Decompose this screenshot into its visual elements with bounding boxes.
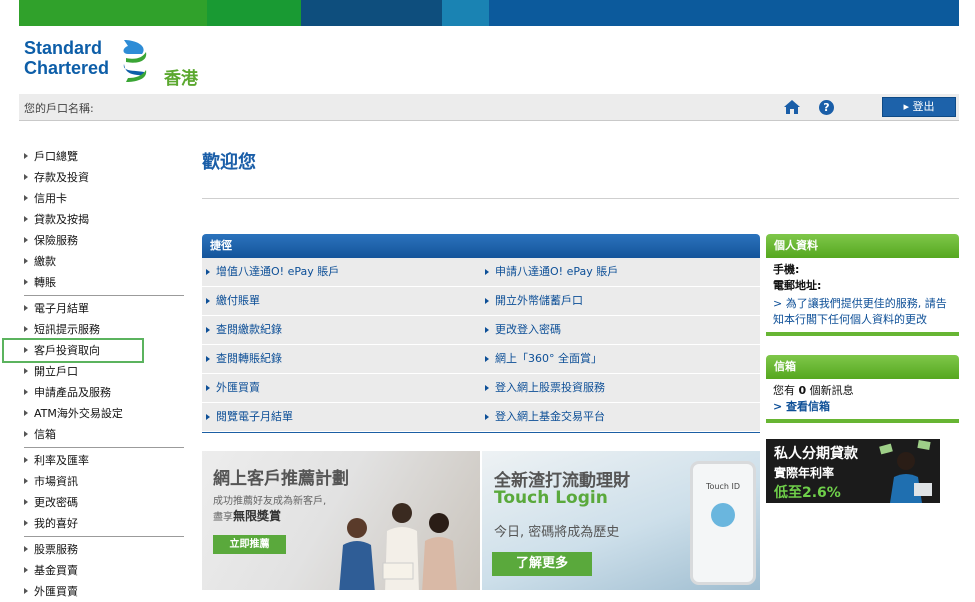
- phone-image: Touch ID: [690, 461, 756, 585]
- quick-link[interactable]: 申請八達通O! ePay 賬戶: [481, 258, 760, 286]
- quick-link[interactable]: 登入網上股票投資服務: [481, 374, 760, 402]
- touch-subtitle: Touch Login: [494, 488, 608, 508]
- person-with-money-icon: [879, 440, 932, 503]
- quick-links-row: 外匯買賣 登入網上股票投資服務: [202, 374, 760, 403]
- chevron-right-icon: ▸: [903, 100, 913, 113]
- account-bar: 您的戶口名稱: ? ▸ 登出: [19, 94, 959, 121]
- mailbox-title: 信箱: [766, 355, 959, 379]
- sidebar-nav: 戶口總覽 存款及投資 信用卡 貸款及按揭 保險服務 繳款 轉賬 電子月結單 短訊…: [2, 146, 184, 602]
- page-title: 歡迎您: [202, 152, 256, 173]
- divider: [202, 198, 959, 199]
- mailbox-box: 信箱 您有 0 個新訊息 > 查看信箱: [766, 355, 959, 423]
- update-profile-link[interactable]: > 為了讓我們提供更佳的服務, 請告知本行閣下任何個人資料的更改: [773, 296, 952, 328]
- logout-label: 登出: [912, 100, 935, 113]
- loan-line1: 私人分期貸款: [774, 446, 858, 462]
- sidebar-item[interactable]: ATM海外交易設定: [24, 403, 184, 424]
- sidebar-item[interactable]: 轉賬: [24, 272, 184, 293]
- sidebar-item[interactable]: 繳款: [24, 251, 184, 272]
- color-segment: [207, 0, 301, 26]
- sidebar-divider: [24, 447, 184, 448]
- color-segment: [489, 0, 959, 26]
- touch-login-banner[interactable]: 全新渣打流動理財 Touch Login 今日, 密碼將成為歷史 了解更多 To…: [482, 451, 760, 590]
- referral-line2: 盡享無限獎賞: [213, 507, 281, 524]
- referral-line2-bold: 無限獎賞: [233, 509, 282, 523]
- refer-now-button[interactable]: 立即推薦: [213, 535, 286, 554]
- msg-prefix: 您有: [773, 384, 795, 397]
- sidebar-item[interactable]: 基金買賣: [24, 560, 184, 581]
- loan-line2: 實際年利率: [774, 466, 835, 480]
- quick-link[interactable]: 查閱繳款紀錄: [202, 316, 481, 344]
- mobile-label: 手機:: [773, 263, 800, 276]
- sidebar-item[interactable]: 信箱: [24, 424, 184, 445]
- quick-links-title: 捷徑: [202, 234, 760, 258]
- quick-link[interactable]: 網上「360° 全面賞」: [481, 345, 760, 373]
- email-label: 電郵地址:: [773, 279, 822, 292]
- profile-title: 個人資料: [766, 234, 959, 258]
- sidebar-item[interactable]: 貸款及按揭: [24, 209, 184, 230]
- sidebar-item[interactable]: 開立戶口: [24, 361, 184, 382]
- sidebar-item[interactable]: 短訊提示服務: [24, 319, 184, 340]
- referral-title: 網上客戶推薦計劃: [213, 469, 349, 489]
- referral-line2-prefix: 盡享: [213, 512, 233, 523]
- sidebar-item[interactable]: 信用卡: [24, 188, 184, 209]
- sidebar-divider: [24, 295, 184, 296]
- quick-links-panel: 捷徑 增值八達通O! ePay 賬戶 申請八達通O! ePay 賬戶 繳付賬單 …: [202, 234, 760, 433]
- fingerprint-icon: [711, 503, 735, 527]
- quick-link[interactable]: 繳付賬單: [202, 287, 481, 315]
- quick-link[interactable]: 更改登入密碼: [481, 316, 760, 344]
- color-segment: [301, 0, 442, 26]
- sidebar-item[interactable]: 我的喜好: [24, 513, 184, 534]
- msg-suffix: 個新訊息: [809, 384, 854, 397]
- sidebar-item[interactable]: 利率及匯率: [24, 450, 184, 471]
- quick-links-row: 閱覽電子月結單 登入網上基金交易平台: [202, 403, 760, 432]
- help-icon[interactable]: ?: [819, 100, 834, 115]
- sidebar-item[interactable]: 電子月結單: [24, 298, 184, 319]
- logout-button[interactable]: ▸ 登出: [882, 97, 956, 117]
- sidebar-item[interactable]: 股票服務: [24, 539, 184, 560]
- sidebar-item[interactable]: 更改密碼: [24, 492, 184, 513]
- personal-loan-banner[interactable]: 私人分期貸款 實際年利率 低至2.6%: [766, 439, 940, 503]
- sidebar-item[interactable]: 外匯買賣: [24, 581, 184, 602]
- logo-region: 香港: [164, 69, 198, 89]
- sidebar-item[interactable]: 保險服務: [24, 230, 184, 251]
- people-photo-icon: [339, 503, 457, 590]
- standard-chartered-logo[interactable]: Standard Chartered 香港: [24, 38, 198, 89]
- quick-links-row: 增值八達通O! ePay 賬戶 申請八達通O! ePay 賬戶: [202, 258, 760, 287]
- quick-links-row: 查閱繳款紀錄 更改登入密碼: [202, 316, 760, 345]
- touch-line: 今日, 密碼將成為歷史: [494, 525, 620, 540]
- quick-link[interactable]: 開立外幣儲蓄戶口: [481, 287, 760, 315]
- quick-links-row: 繳付賬單 開立外幣儲蓄戶口: [202, 287, 760, 316]
- sidebar-item[interactable]: 存款及投資: [24, 167, 184, 188]
- quick-link[interactable]: 增值八達通O! ePay 賬戶: [202, 258, 481, 286]
- quick-links-row: 查閱轉賬紀錄 網上「360° 全面賞」: [202, 345, 760, 374]
- profile-box: 個人資料 手機: 電郵地址: > 為了讓我們提供更佳的服務, 請告知本行閣下任何…: [766, 234, 959, 336]
- color-segment: [19, 0, 207, 26]
- phone-touch-id-label: Touch ID: [705, 482, 741, 491]
- message-count: 0: [798, 384, 807, 397]
- learn-more-button[interactable]: 了解更多: [492, 552, 592, 576]
- sidebar-item[interactable]: 戶口總覽: [24, 146, 184, 167]
- referral-line1: 成功推薦好友成為新客戶,: [213, 496, 327, 507]
- sidebar-divider: [24, 536, 184, 537]
- quick-link[interactable]: 閱覽電子月結單: [202, 403, 481, 431]
- view-mailbox-link[interactable]: > 查看信箱: [773, 399, 952, 415]
- sidebar-item[interactable]: 申請產品及服務: [24, 382, 184, 403]
- loan-line3: 低至2.6%: [774, 485, 841, 501]
- quick-link[interactable]: 外匯買賣: [202, 374, 481, 402]
- top-color-bar: [19, 0, 959, 26]
- quick-link[interactable]: 登入網上基金交易平台: [481, 403, 760, 431]
- logo-line1: Standard: [24, 38, 103, 58]
- home-icon[interactable]: [783, 99, 801, 115]
- referral-banner[interactable]: 網上客戶推薦計劃 成功推薦好友成為新客戶, 盡享無限獎賞 立即推薦: [202, 451, 480, 590]
- sidebar-item[interactable]: 市場資訊: [24, 471, 184, 492]
- account-name-label: 您的戶口名稱:: [24, 102, 94, 115]
- logo-mark-icon: [123, 40, 147, 82]
- quick-link[interactable]: 查閱轉賬紀錄: [202, 345, 481, 373]
- logo-line2: Chartered: [24, 58, 110, 78]
- new-messages-text: 您有 0 個新訊息: [773, 383, 952, 399]
- color-segment: [442, 0, 489, 26]
- sidebar-item-investment-profile[interactable]: 客戶投資取向: [2, 338, 144, 363]
